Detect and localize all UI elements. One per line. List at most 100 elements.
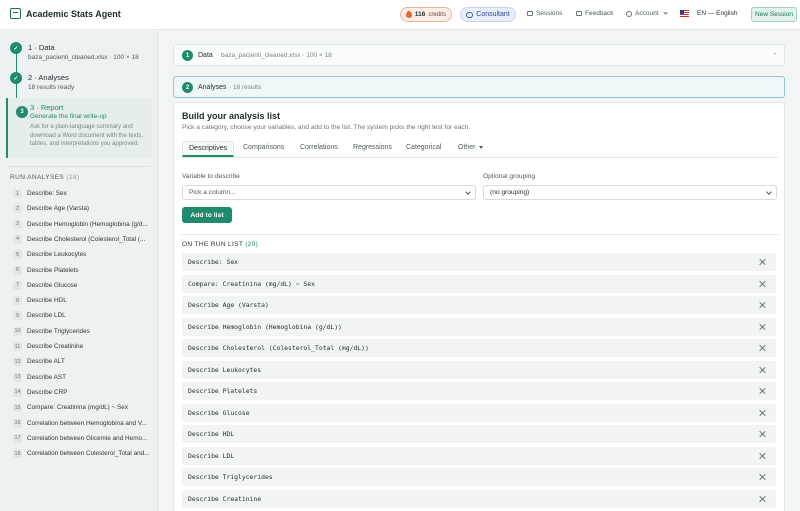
analysis-builder: Build your analysis list Pick a category…	[173, 102, 785, 511]
tab-regressions[interactable]: Regressions	[353, 144, 392, 151]
step-title: 1 · Data	[28, 43, 55, 52]
consultant-button[interactable]: Consultant	[460, 7, 516, 22]
step-number: 2	[182, 82, 193, 93]
close-icon[interactable]	[758, 366, 766, 374]
tab-categorical[interactable]: Categorical	[406, 144, 441, 151]
chevron-down-icon	[766, 189, 772, 195]
collapse-toggle[interactable]: -	[774, 51, 776, 58]
close-icon[interactable]	[758, 344, 766, 352]
run-list-item-label: Describe Leukocytes	[188, 365, 262, 374]
run-analysis-item[interactable]: 16 Correlation between Hemoglobina and V.…	[13, 418, 153, 428]
run-analysis-number: 10	[13, 326, 22, 336]
run-analysis-label: Compare: Creatinina (mg/dL) ~ Sex	[27, 404, 129, 412]
data-card[interactable]: 1 Data · baza_pacienti_cleaned.xlsx · 10…	[173, 44, 785, 66]
run-analysis-item[interactable]: 4 Describe Cholesterol (Colesterol_Total …	[13, 234, 153, 244]
run-analysis-item[interactable]: 8 Describe HDL	[13, 296, 153, 306]
run-analysis-number: 8	[13, 296, 22, 306]
close-icon[interactable]	[758, 387, 766, 395]
step-subtitle: baza_pacienti_cleaned.xlsx · 100 × 18	[28, 54, 139, 61]
close-icon[interactable]	[758, 280, 766, 288]
add-to-list-button[interactable]: Add to list	[182, 207, 232, 223]
run-list-item: Describe Leukocytes	[182, 360, 776, 379]
step-number: 3	[16, 106, 28, 118]
run-analysis-item[interactable]: 1 Describe: Sex	[13, 189, 153, 198]
category-tabs: Descriptives Comparisons Correlations Re…	[182, 138, 778, 158]
run-analysis-number: 17	[13, 433, 22, 443]
credits-label: credits	[428, 11, 447, 18]
run-analysis-item[interactable]: 12 Describe ALT	[13, 357, 153, 367]
run-analysis-item[interactable]: 14 Describe CRP	[13, 387, 153, 397]
step-title: 3 · Report	[30, 103, 64, 112]
run-list-item-label: Compare: Creatinina (mg/dL) ~ Sex	[188, 279, 315, 288]
feedback-link[interactable]: Feedback	[576, 10, 614, 17]
close-icon[interactable]	[758, 323, 766, 331]
run-analysis-item[interactable]: 6 Describe Platelets	[13, 265, 153, 275]
run-analysis-item[interactable]: 13 Describe AST	[13, 372, 153, 382]
step-subtitle: 18 results ready	[28, 84, 75, 91]
close-icon[interactable]	[758, 473, 766, 481]
variable-select-value: Pick a column...	[189, 189, 236, 196]
analyses-card-title: Analyses	[198, 84, 227, 91]
analyses-card[interactable]: 2 Analyses · 18 results	[173, 76, 785, 98]
tab-other[interactable]: Other	[458, 144, 483, 151]
data-card-title: Data	[198, 52, 213, 59]
run-analysis-label: Describe Platelets	[27, 266, 79, 274]
run-analysis-item[interactable]: 5 Describe Leukocytes	[13, 250, 153, 260]
run-list-item: Describe Glucose	[182, 403, 776, 422]
run-analysis-number: 2	[13, 204, 22, 214]
run-analysis-item[interactable]: 2 Describe Age (Varsta)	[13, 204, 153, 214]
run-list-item-label: Describe LDL	[188, 451, 235, 460]
data-card-subtitle: · baza_pacienti_cleaned.xlsx · 100 × 18	[217, 52, 332, 59]
run-analysis-item[interactable]: 17 Correlation between Glicemie and Hemo.…	[13, 433, 153, 443]
sessions-link[interactable]: Sessions	[527, 10, 562, 17]
credits-count: 116	[414, 11, 426, 18]
run-analysis-number: 16	[13, 418, 22, 428]
run-analysis-item[interactable]: 3 Describe Hemoglobin (Hemoglobina (g/d..…	[13, 219, 153, 229]
language-selector[interactable]: EN — English	[697, 10, 737, 17]
account-menu[interactable]: Account	[626, 10, 668, 17]
top-bar: Academic Stats Agent 116 credits Consult…	[0, 0, 800, 30]
run-analysis-item[interactable]: 15 Compare: Creatinina (mg/dL) ~ Sex	[13, 403, 153, 413]
run-analysis-item[interactable]: 10 Describe Triglycerides	[13, 326, 153, 336]
run-analysis-label: Describe ALT	[27, 358, 65, 366]
tab-correlations[interactable]: Correlations	[300, 144, 338, 151]
new-session-button[interactable]: New Session	[751, 7, 797, 22]
run-list-item: Describe LDL	[182, 446, 776, 465]
tab-comparisons[interactable]: Comparisons	[243, 144, 284, 151]
run-list-item: Describe HDL	[182, 425, 776, 443]
grouping-select[interactable]: (no grouping)	[483, 185, 777, 200]
variable-label: Variable to describe	[182, 173, 240, 180]
analyses-card-subtitle: · 18 results	[229, 84, 262, 91]
sessions-icon	[527, 11, 533, 16]
caret-down-icon	[478, 145, 483, 149]
run-analysis-item[interactable]: 7 Describe Glucose	[13, 280, 153, 290]
close-icon[interactable]	[758, 430, 766, 438]
run-list-item-label: Describe Glucose	[188, 408, 250, 417]
close-icon[interactable]	[758, 301, 766, 309]
tab-descriptives[interactable]: Descriptives	[182, 141, 235, 157]
credits-badge[interactable]: 116 credits	[400, 7, 452, 22]
run-list-item: Describe Creatinine	[182, 489, 776, 508]
run-list-item: Describe Triglycerides	[182, 468, 776, 486]
run-analysis-number: 11	[13, 342, 22, 351]
us-flag-icon[interactable]	[680, 10, 689, 17]
close-icon[interactable]	[758, 452, 766, 460]
chat-icon	[466, 11, 474, 18]
step-number: 1	[182, 50, 193, 61]
close-icon[interactable]	[758, 495, 766, 503]
divider	[8, 166, 150, 167]
main-content: 1 Data · baza_pacienti_cleaned.xlsx · 10…	[170, 31, 800, 511]
close-icon[interactable]	[758, 409, 766, 417]
run-analysis-label: Correlation between Hemoglobina and V...	[27, 419, 147, 427]
run-analyses-title: RUN ANALYSES	[10, 174, 65, 181]
close-icon[interactable]	[758, 258, 766, 266]
run-analysis-item[interactable]: 18 Correlation between Colesterol_Total a…	[13, 449, 153, 459]
run-analysis-item[interactable]: 11 Describe Creatinine	[13, 342, 153, 351]
run-analysis-item[interactable]: 9 Describe LDL	[13, 311, 153, 321]
brand[interactable]: Academic Stats Agent	[10, 8, 121, 19]
run-list-item-label: Describe HDL	[188, 430, 235, 438]
chevron-down-icon	[465, 189, 471, 195]
step-report[interactable]: 3 3 · Report Generate the final write-up…	[6, 98, 152, 158]
run-analysis-number: 12	[13, 357, 22, 367]
variable-select[interactable]: Pick a column...	[182, 185, 476, 200]
